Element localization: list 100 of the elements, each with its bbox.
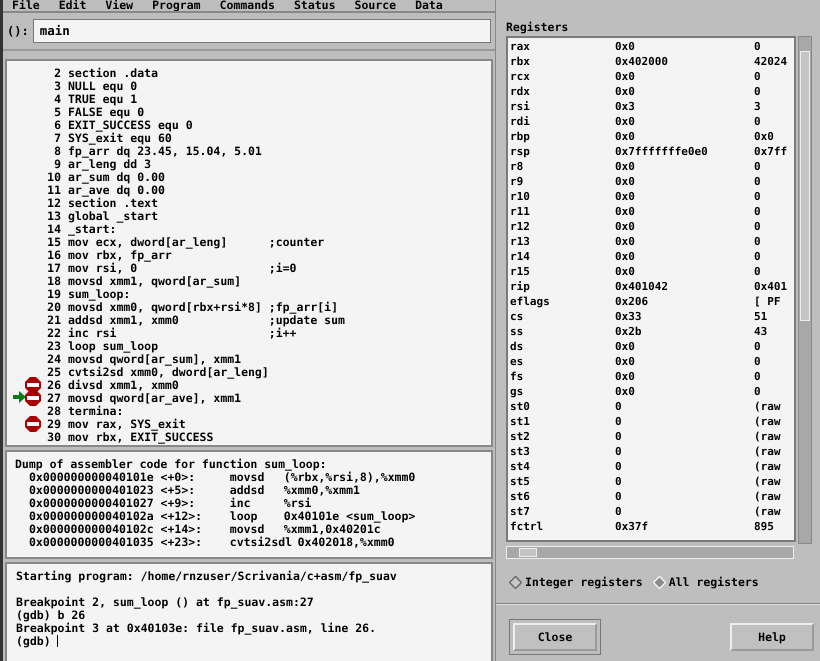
register-name: st2 <box>510 429 531 444</box>
code-line: TRUE equ 1 <box>68 92 138 106</box>
register-name: ds <box>510 339 524 354</box>
register-natural-value: (raw <box>754 444 780 459</box>
code-line: section .text <box>68 196 160 210</box>
vertical-scrollbar[interactable] <box>798 36 812 544</box>
radio-option[interactable]: All registers <box>652 575 759 589</box>
register-natural-value: 0 <box>754 384 761 399</box>
instruction-operands: (%rbx,%rsi,8),%xmm0 <box>284 471 416 484</box>
register-value: 0x0 <box>615 189 636 204</box>
code-comment: ;i=0 <box>268 262 296 275</box>
register-value: 0x37f <box>615 519 650 534</box>
code-line: divsd xmm1, xmm0 <box>68 378 179 392</box>
register-natural-value: (raw <box>754 414 780 429</box>
instruction-address: 0x0000000000401027 <box>29 497 155 510</box>
line-number: 3 <box>53 80 61 93</box>
register-name: es <box>510 354 524 369</box>
dialog-button[interactable]: Help <box>730 623 814 651</box>
instruction-address: 0x000000000040101e <box>29 471 155 484</box>
line-number: 10 <box>46 170 61 184</box>
line-number: 4 <box>53 92 61 106</box>
register-value: 0x0 <box>615 264 636 279</box>
register-value: 0 <box>615 504 623 519</box>
register-natural-value: 0 <box>754 219 761 234</box>
register-natural-value: (raw <box>754 489 780 504</box>
line-number: 24 <box>46 352 61 366</box>
register-name: rbx <box>510 54 531 69</box>
register-value: 0 <box>615 444 623 459</box>
line-number: 2 <box>53 66 61 80</box>
menu-item[interactable]: Program <box>152 0 210 11</box>
instruction-mnemonic: movsd <box>230 471 265 484</box>
register-natural-value: 0 <box>754 369 761 384</box>
argument-field[interactable]: main <box>32 18 491 43</box>
line-number: 17 <box>46 262 61 275</box>
register-name: rax <box>510 39 531 54</box>
register-natural-value: 0 <box>754 114 761 129</box>
instruction-offset: <+9>: <box>160 497 196 510</box>
dialog-button[interactable]: Close <box>513 623 597 651</box>
code-line: movsd xmm0, qword[rbx+rsi*8] <box>68 300 263 314</box>
stop-sign-icon[interactable] <box>25 390 41 406</box>
radio-option[interactable]: Integer registers <box>509 575 643 589</box>
console-line: (gdb) b 26 <box>16 608 86 622</box>
dump-title: Dump of assembler code for function sum_loop: <box>15 458 328 472</box>
menu-item[interactable]: Source <box>354 0 406 11</box>
register-name: rbp <box>510 129 531 144</box>
register-value: 0x402000 <box>615 54 669 69</box>
code-line: sum_loop: <box>68 288 130 301</box>
horizontal-scrollbar[interactable] <box>506 546 794 559</box>
register-value: 0x0 <box>615 39 636 54</box>
register-natural-value: (raw <box>754 504 780 519</box>
register-natural-value: 42024 <box>754 54 788 69</box>
code-comment: ;fp_arr[i] <box>268 300 338 314</box>
register-value: 0x0 <box>615 219 636 234</box>
instruction-mnemonic: inc <box>230 497 252 510</box>
register-value: 0x401042 <box>615 279 669 294</box>
register-value: 0x0 <box>615 369 636 384</box>
register-natural-value: (raw <box>754 429 780 444</box>
register-name: st6 <box>510 489 531 504</box>
register-natural-value: 0 <box>754 174 761 189</box>
instruction-mnemonic: loop <box>230 510 258 524</box>
text-cursor <box>56 635 58 648</box>
code-line: movsd xmm1, qword[ar_sum] <box>68 274 242 288</box>
register-natural-value: 0 <box>754 39 761 54</box>
line-number: 29 <box>46 418 61 431</box>
line-number: 19 <box>46 288 61 301</box>
register-name: r9 <box>510 174 524 189</box>
register-value: 0x0 <box>615 204 636 219</box>
code-line: ar_sum dq 0.00 <box>68 170 166 184</box>
menu-item[interactable]: Commands <box>220 0 284 11</box>
code-line: fp_arr dq 23.45, 15.04, 5.01 <box>68 144 263 158</box>
register-natural-value: [ PF <box>754 294 780 309</box>
line-number: 7 <box>53 132 61 145</box>
menu-item[interactable]: Data <box>415 0 452 11</box>
instruction-offset: <+5>: <box>160 484 196 498</box>
console-line: Starting program: /home/rnzuser/Scrivania/c+asm/fp_suav <box>16 570 397 583</box>
register-name: fs <box>510 369 524 384</box>
instruction-address: 0x000000000040102a <box>29 510 155 524</box>
code-line: termina: <box>68 404 124 418</box>
stop-sign-icon[interactable] <box>25 416 41 432</box>
register-name: r8 <box>510 159 524 174</box>
register-value: 0 <box>615 414 623 429</box>
registers-list[interactable] <box>506 36 796 542</box>
register-value: 0x0 <box>615 354 636 369</box>
register-name: rip <box>510 279 531 294</box>
register-name: st5 <box>510 474 531 489</box>
console-pane[interactable]: Starting program: /home/rnzuser/Scrivania/c+asm/fp_suav Breakpoint 2, sum_loop () at fp_suav.asm:27 (gdb) b 26 Breakpoint 3 at 0x40103e: file fp_suav.asm, line 26. (gdb) <box>5 562 493 661</box>
menu-item[interactable]: Status <box>294 0 345 11</box>
register-value: 0x7fffffffe0e0 <box>615 144 709 159</box>
arrow-icon <box>13 390 26 403</box>
register-name: ss <box>510 324 524 339</box>
console-line: (gdb) <box>16 634 51 648</box>
instruction-mnemonic: addsd <box>230 484 266 498</box>
register-natural-value: (raw <box>754 459 780 474</box>
line-number: 11 <box>46 184 61 197</box>
code-line: mov ecx, dword[ar_leng] <box>68 236 228 249</box>
instruction-offset: <+14>: <box>160 523 204 536</box>
register-name: r10 <box>510 189 531 204</box>
line-number: 27 <box>46 392 61 405</box>
register-natural-value: 51 <box>754 309 768 324</box>
code-line: cvtsi2sd xmm0, dword[ar_leng] <box>68 366 269 379</box>
